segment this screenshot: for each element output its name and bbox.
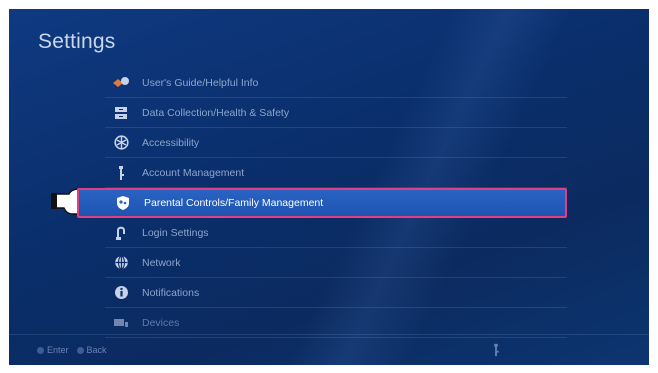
menu-item-label: Login Settings [142,226,209,239]
menu-item-label: User's Guide/Helpful Info [142,76,259,89]
login-settings-icon [110,222,132,244]
page-title: Settings [38,30,116,53]
menu-item-network[interactable]: Network [105,248,567,278]
settings-screen: Settings User's Guide/Helpful Info Data … [9,9,649,365]
settings-menu: User's Guide/Helpful Info Data Collectio… [77,68,567,338]
cross-button-icon [37,346,44,354]
menu-item-label: Accessibility [142,136,200,149]
accessibility-icon [110,132,132,154]
menu-item-users-guide[interactable]: User's Guide/Helpful Info [105,68,567,98]
menu-item-label: Data Collection/Health & Safety [142,106,290,119]
menu-item-label: Network [142,256,181,269]
enter-hint: Enter [37,345,69,355]
circle-button-icon [76,346,84,354]
back-label: Back [86,345,107,355]
back-hint: Back [76,345,107,355]
account-management-icon [494,343,499,357]
network-icon [110,252,132,274]
users-guide-icon [110,72,132,94]
menu-item-account-management[interactable]: Account Management [105,158,567,188]
devices-icon [110,312,132,334]
menu-item-accessibility[interactable]: Accessibility [105,128,567,158]
menu-item-login-settings[interactable]: Login Settings [105,218,567,248]
menu-item-label: Account Management [142,166,245,179]
account-management-icon [110,162,132,184]
menu-item-parental-controls[interactable]: Parental Controls/Family Management [77,188,567,218]
menu-item-label: Devices [142,316,180,329]
notifications-icon [110,282,132,304]
menu-item-label: Parental Controls/Family Management [144,197,324,209]
data-collection-icon [110,102,132,124]
footer-bar: Enter Back [9,334,649,365]
menu-item-data-collection[interactable]: Data Collection/Health & Safety [105,98,567,128]
menu-item-label: Notifications [142,286,200,299]
menu-item-notifications[interactable]: Notifications [105,278,567,308]
enter-label: Enter [47,345,69,355]
parental-controls-icon [112,192,134,214]
